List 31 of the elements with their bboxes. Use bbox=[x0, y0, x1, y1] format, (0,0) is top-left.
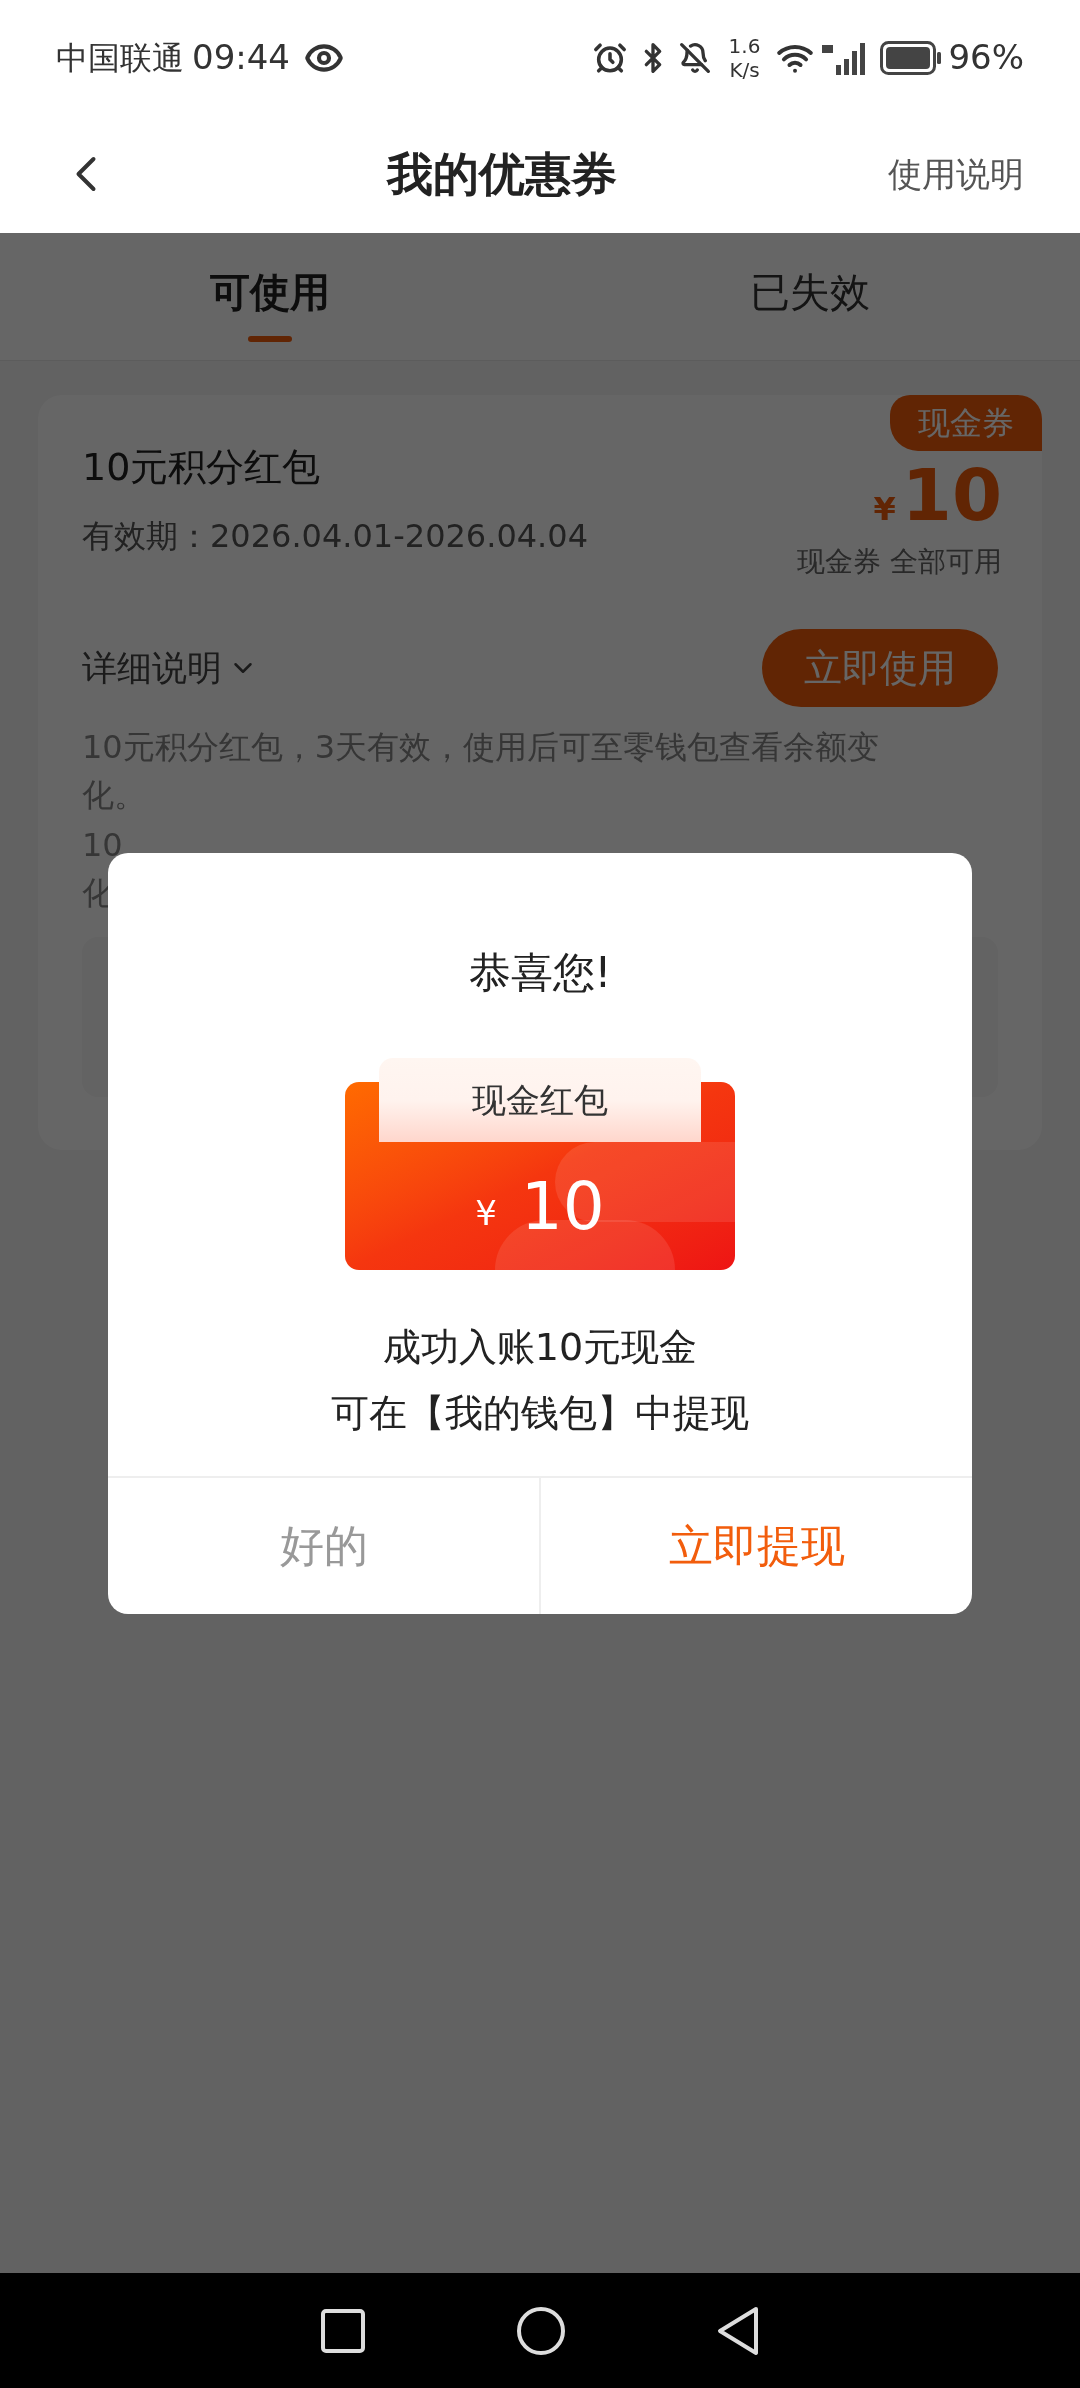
clock-text: 09:44 bbox=[192, 36, 290, 79]
validity-text: 有效期：2026.04.01-2026.04.04 bbox=[82, 516, 588, 557]
dialog-message: 成功入账10元现金 bbox=[382, 1324, 698, 1371]
coupon-amount: 10 bbox=[901, 455, 1002, 535]
usage-instructions-link[interactable]: 使用说明 bbox=[888, 148, 1024, 200]
currency-symbol: ¥ bbox=[475, 1191, 497, 1235]
home-icon[interactable] bbox=[516, 2305, 566, 2356]
coupon-type-badge: 现金券 bbox=[890, 395, 1042, 451]
speed-value: 1.6 bbox=[728, 33, 761, 58]
coupon-title: 10元积分红包 bbox=[82, 444, 322, 491]
page-title: 我的优惠券 bbox=[387, 145, 617, 203]
dialog-message: 可在【我的钱包】中提现 bbox=[331, 1390, 749, 1437]
tab[interactable]: 已失效 bbox=[540, 233, 1080, 360]
withdraw-now-button[interactable]: 立即提现 bbox=[539, 1478, 972, 1614]
tab[interactable]: 可使用 bbox=[0, 233, 540, 360]
battery-text: 96% bbox=[948, 36, 1024, 79]
recent-apps-icon[interactable] bbox=[320, 2307, 366, 2354]
speed-unit: K/s bbox=[729, 57, 760, 82]
bell-off-icon bbox=[678, 41, 711, 74]
details-toggle[interactable]: 详细说明 bbox=[82, 641, 258, 695]
coupon-scope: 现金券 全部可用 bbox=[797, 544, 1002, 580]
alarm-icon bbox=[592, 40, 627, 75]
envelope-amount: 10 bbox=[520, 1166, 605, 1247]
envelope-label: 现金红包 bbox=[472, 1078, 608, 1122]
carrier-text: 中国联通 bbox=[56, 37, 184, 79]
back-icon[interactable] bbox=[716, 2305, 760, 2356]
dialog-title: 恭喜您! bbox=[468, 947, 612, 999]
battery-icon bbox=[880, 40, 943, 75]
ok-button[interactable]: 好的 bbox=[108, 1478, 539, 1614]
use-now-button[interactable]: 立即使用 bbox=[762, 629, 998, 707]
currency-symbol: ¥ bbox=[873, 489, 896, 530]
